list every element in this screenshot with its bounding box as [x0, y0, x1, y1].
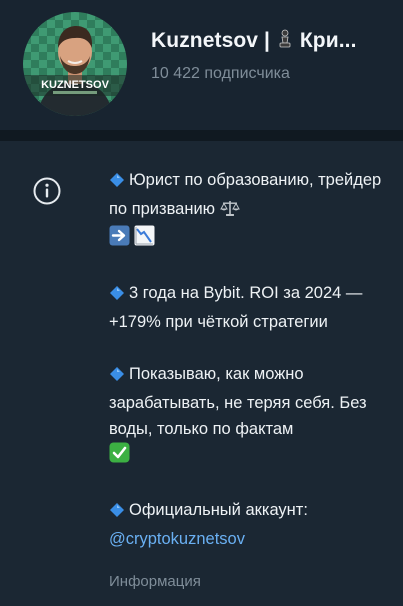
pawn-icon	[278, 29, 292, 55]
description-paragraph: Юрист по образованию, трейдер по призван…	[109, 167, 389, 254]
channel-title-part1: Kuznetsov |	[151, 29, 270, 52]
blue-diamond-icon	[109, 500, 125, 526]
description-paragraph: Официальный аккаунт: @cryptokuznetsov	[109, 497, 389, 552]
description-paragraph: Показываю, как можно зарабатывать, не те…	[109, 361, 389, 471]
subscriber-count: 10 422 подписчика	[151, 65, 290, 82]
scales-icon	[219, 199, 240, 225]
channel-header: KUZNETSOV Kuznetsov | Кри... 10 422 подп…	[0, 0, 403, 130]
official-account-label: Официальный аккаунт:	[129, 501, 308, 519]
right-arrow-icon	[109, 225, 130, 254]
channel-title[interactable]: Kuznetsov | Кри...	[151, 29, 381, 55]
official-account-link[interactable]: @cryptokuznetsov	[109, 530, 245, 548]
blue-diamond-icon	[109, 283, 125, 309]
section-divider	[0, 130, 403, 141]
info-icon	[33, 177, 61, 205]
avatar-logo-text: KUZNETSOV	[41, 79, 110, 91]
description-roi: 3 года на Bybit. ROI за 2024 — +179% при…	[109, 284, 363, 331]
blue-diamond-icon	[109, 170, 125, 196]
channel-title-part2: Кри...	[299, 29, 357, 52]
info-caption: Информация	[109, 573, 201, 590]
blue-diamond-icon	[109, 364, 125, 390]
description-paragraph: 3 года на Bybit. ROI за 2024 — +179% при…	[109, 280, 389, 335]
chart-decreasing-icon	[134, 225, 155, 254]
check-mark-button-icon	[109, 442, 130, 471]
description-approach: Показываю, как можно зарабатывать, не те…	[109, 365, 367, 438]
description-line-1: Юрист по образованию, трейдер по призван…	[109, 171, 382, 218]
channel-description: Юрист по образованию, трейдер по призван…	[109, 167, 389, 552]
avatar[interactable]: KUZNETSOV	[23, 12, 127, 116]
